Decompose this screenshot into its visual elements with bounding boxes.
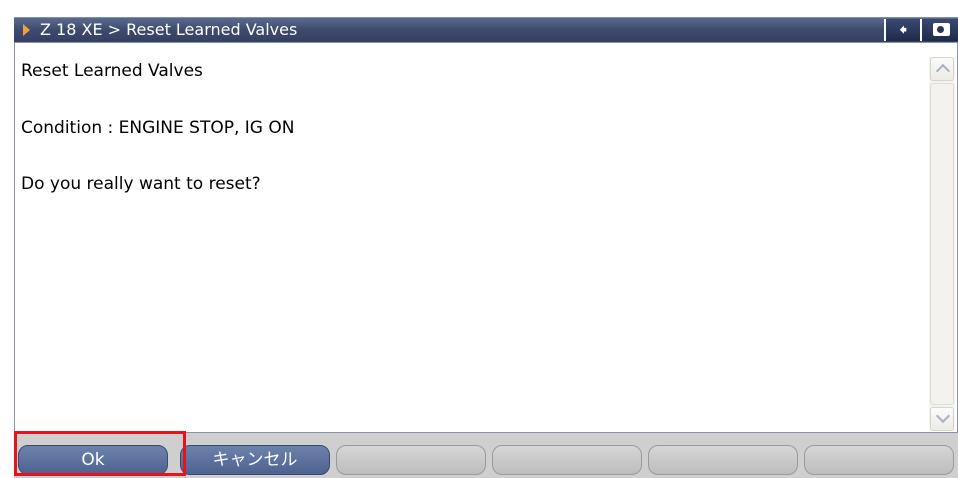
message-panel: Reset Learned Valves Condition : ENGINE … (14, 42, 958, 433)
vertical-scrollbar[interactable] (929, 57, 955, 431)
scroll-track[interactable] (930, 83, 954, 405)
chevron-up-icon (935, 63, 951, 79)
title-bar: Z 18 XE > Reset Learned Valves 🠸 (14, 17, 958, 42)
play-arrow-icon (23, 24, 30, 36)
camera-icon (933, 23, 950, 36)
function-button-6 (804, 445, 954, 475)
condition-text: Condition : ENGINE STOP, IG ON (21, 118, 295, 138)
scroll-down-button[interactable] (930, 407, 954, 431)
cancel-button[interactable]: キャンセル (180, 445, 330, 475)
breadcrumb-title: Z 18 XE > Reset Learned Valves (40, 20, 298, 39)
function-button-4 (492, 445, 642, 475)
function-button-5 (648, 445, 798, 475)
function-button-bar: Ok キャンセル (14, 433, 958, 478)
screenshot-button[interactable] (920, 19, 958, 41)
scroll-up-button[interactable] (930, 57, 954, 81)
back-button[interactable]: 🠸 (884, 19, 920, 41)
ok-button[interactable]: Ok (18, 445, 168, 475)
message-heading: Reset Learned Valves (21, 61, 203, 81)
function-button-3 (336, 445, 486, 475)
app-window: Z 18 XE > Reset Learned Valves 🠸 Reset L… (0, 0, 958, 478)
confirm-question: Do you really want to reset? (21, 174, 261, 194)
chevron-down-icon (935, 408, 951, 424)
arrow-left-icon: 🠸 (898, 20, 908, 39)
